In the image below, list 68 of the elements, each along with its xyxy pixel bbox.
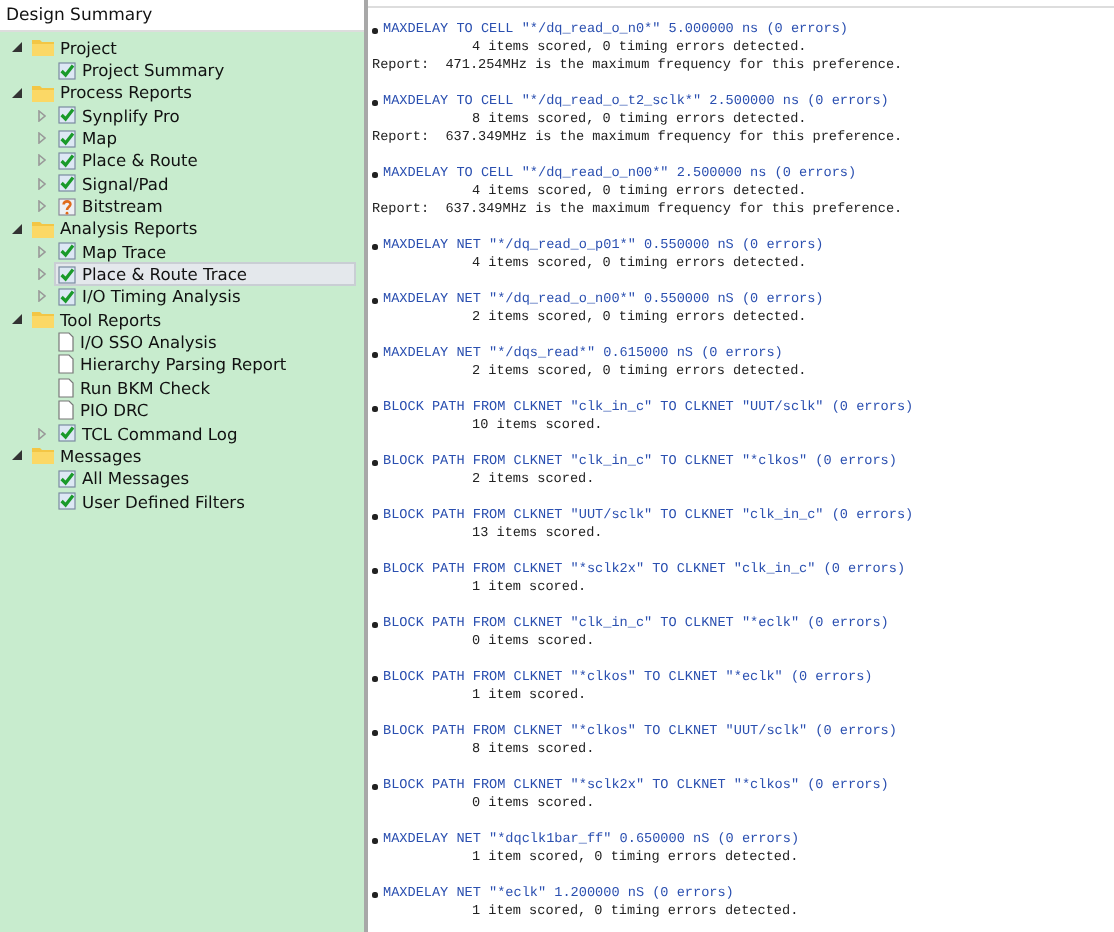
bullet-icon — [372, 730, 377, 736]
collapse-icon[interactable] — [11, 87, 21, 98]
bullet-icon — [372, 100, 377, 106]
bullet-icon — [372, 172, 377, 178]
checked-document-icon — [58, 151, 76, 170]
expand-icon[interactable] — [38, 177, 46, 190]
question-document-icon — [58, 197, 76, 216]
bullet-icon — [372, 838, 377, 844]
checked-document-icon — [58, 242, 76, 261]
expand-icon[interactable] — [38, 154, 46, 167]
expand-icon[interactable] — [38, 290, 46, 303]
expand-icon[interactable] — [38, 268, 46, 281]
bullet-icon — [372, 352, 377, 358]
collapse-icon[interactable] — [11, 223, 21, 234]
tree-item[interactable]: All Messages — [54, 466, 356, 491]
bullet-icon — [372, 676, 377, 682]
expand-icon[interactable] — [38, 427, 46, 440]
bullet-icon — [372, 244, 377, 250]
tree-item[interactable]: Tool Reports — [28, 307, 356, 332]
tree-item[interactable]: Bitstream — [54, 194, 356, 219]
folder-icon — [32, 219, 54, 238]
collapse-icon[interactable] — [11, 314, 21, 325]
bullet-icon — [372, 514, 377, 520]
tree-item[interactable]: Map — [54, 126, 356, 151]
checked-document-icon — [58, 61, 76, 80]
bullet-icon — [372, 892, 377, 898]
folder-icon — [32, 83, 54, 102]
tree-item[interactable]: Run BKM Check — [54, 375, 356, 400]
bullet-icon — [372, 406, 377, 412]
bullet-icon — [372, 784, 377, 790]
checked-document-icon — [58, 129, 76, 148]
tree-item[interactable]: TCL Command Log — [54, 421, 356, 446]
checked-document-icon — [58, 287, 76, 306]
collapse-icon[interactable] — [11, 42, 21, 53]
folder-icon — [32, 310, 54, 329]
tree-item[interactable]: PIO DRC — [54, 398, 356, 423]
tree-item[interactable]: Signal/Pad — [54, 171, 356, 196]
tree-item[interactable]: Synplify Pro — [54, 103, 356, 128]
tree-item[interactable]: Place & Route — [54, 148, 356, 173]
bullet-icon — [372, 28, 377, 34]
tree-item[interactable]: Analysis Reports — [28, 216, 356, 241]
folder-icon — [32, 446, 54, 465]
bullet-icon — [372, 460, 377, 466]
tree-item[interactable]: Process Reports — [28, 80, 356, 105]
checked-document-icon — [58, 174, 76, 193]
expand-icon[interactable] — [38, 132, 46, 145]
collapse-icon[interactable] — [11, 450, 21, 461]
bullet-icon — [372, 568, 377, 574]
tree-item[interactable]: I/O SSO Analysis — [54, 330, 356, 355]
tree-item[interactable]: Place & Route Trace — [54, 262, 356, 287]
tree-item[interactable]: Hierarchy Parsing Report — [54, 352, 356, 377]
expand-icon[interactable] — [38, 109, 46, 122]
bullet-icon — [372, 622, 377, 628]
bullet-icon — [372, 298, 377, 304]
checked-document-icon — [58, 492, 76, 511]
checked-document-icon — [58, 469, 76, 488]
tree-item[interactable]: Messages — [28, 443, 356, 468]
checked-document-icon — [58, 106, 76, 125]
tree-item[interactable]: Map Trace — [54, 239, 356, 264]
checked-document-icon — [58, 424, 76, 443]
tree-item[interactable]: Project Summary — [54, 58, 356, 83]
folder-icon — [32, 38, 54, 57]
tree-item[interactable]: Project — [28, 35, 356, 60]
expand-icon[interactable] — [38, 245, 46, 258]
checked-document-icon — [58, 265, 76, 284]
expand-icon[interactable] — [38, 200, 46, 213]
tree-item[interactable]: User Defined Filters — [54, 489, 356, 514]
tree-item[interactable]: I/O Timing Analysis — [54, 284, 356, 309]
